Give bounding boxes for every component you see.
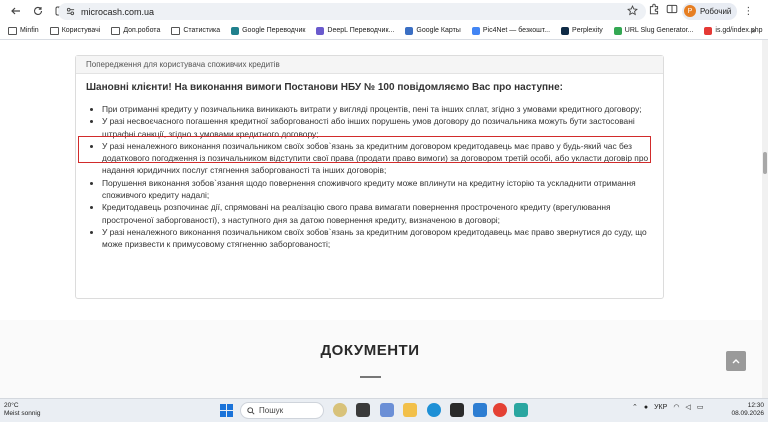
extensions-icon[interactable]: [648, 2, 660, 20]
teams-icon[interactable]: [380, 403, 394, 417]
consumer-credit-warning: Попередження для користувача споживчих к…: [75, 55, 664, 299]
bookmark-label: DeepL Переводчик...: [327, 27, 395, 34]
address-bar[interactable]: microcash.com.ua: [58, 3, 646, 20]
deepl-icon: [316, 26, 325, 35]
perplexity-icon: [561, 26, 570, 35]
url-slug-icon: [613, 26, 622, 35]
back-to-top-button[interactable]: [726, 351, 746, 371]
more-bookmarks-button[interactable]: »: [751, 25, 756, 35]
task-view-icon[interactable]: [356, 403, 370, 417]
bookmark-label: Pic4Net — безкошт...: [482, 27, 551, 34]
bookmark-label: Google Карты: [416, 27, 461, 34]
windows-taskbar: 20°C Meist sonnig Пошук ⌃ ● УКР ◠ ◁ ▭ 12…: [0, 398, 768, 422]
highlight-annotation: [78, 136, 651, 163]
back-icon[interactable]: [8, 3, 24, 19]
bookmark-label: URL Slug Generator...: [624, 27, 694, 34]
bookmark-label: Статистика: [183, 27, 221, 34]
chrome-icon[interactable]: [493, 403, 507, 417]
title-divider: [360, 376, 381, 378]
pic4net-icon: [471, 26, 480, 35]
clock-date: 08.09.2026: [731, 410, 764, 417]
bookmark-label: Доп.робота: [123, 27, 161, 34]
documents-title: ДОКУМЕНТИ: [320, 342, 420, 359]
warning-list: При отриманні кредиту у позичальника вин…: [86, 103, 653, 251]
reload-icon[interactable]: [30, 3, 46, 19]
store-icon[interactable]: [450, 403, 464, 417]
file-explorer-icon[interactable]: [403, 403, 417, 417]
bookmark-label: Minfin: [20, 27, 39, 34]
search-icon: [247, 406, 255, 415]
windows-start-icon[interactable]: [220, 404, 233, 417]
profile-button[interactable]: Р Робочий: [682, 2, 738, 20]
google-maps-icon: [405, 26, 414, 35]
folder-icon: [111, 26, 121, 35]
tray-app-icon[interactable]: ●: [644, 404, 648, 411]
weather-temp: 20°C: [4, 402, 19, 409]
tray-chevron-icon[interactable]: ⌃: [632, 403, 638, 411]
warning-lead: Шановні клієнти! На виконання вимоги Пос…: [86, 82, 563, 93]
warning-header: Попередження для користувача споживчих к…: [76, 56, 663, 74]
taskbar-search[interactable]: Пошук: [240, 402, 324, 419]
weather-desc: Meist sonnig: [4, 410, 41, 417]
widget-icon[interactable]: [333, 403, 347, 417]
warning-list-item: Кредитодавець розпочинає дії, спрямовані…: [102, 201, 653, 226]
avatar: Р: [684, 5, 696, 17]
google-translate-icon: [231, 26, 240, 35]
bookmark-label: Користувачі: [61, 27, 101, 34]
edge-icon[interactable]: [427, 403, 441, 417]
bookmark-item[interactable]: Perplexity: [561, 26, 603, 35]
documents-section: [0, 320, 762, 398]
search-placeholder: Пошук: [259, 406, 284, 415]
downloads-icon[interactable]: [666, 2, 678, 20]
bookmark-item[interactable]: Доп.робота: [111, 26, 161, 35]
bookmark-label: Perplexity: [572, 27, 603, 34]
bookmark-item[interactable]: Статистика: [171, 26, 221, 35]
bookmark-item[interactable]: DeepL Переводчик...: [316, 26, 395, 35]
bookmark-item[interactable]: Pic4Net — безкошт...: [471, 26, 551, 35]
battery-icon[interactable]: ▭: [697, 403, 704, 411]
bookmark-item[interactable]: Minfin: [8, 26, 39, 35]
warning-list-item: Порушення виконання зобов`язання щодо по…: [102, 177, 653, 202]
folder-icon: [8, 26, 17, 35]
toolbar-actions: Р Робочий ⋮: [648, 2, 753, 20]
app-icon[interactable]: [514, 403, 528, 417]
wifi-icon[interactable]: ◠: [673, 403, 679, 411]
clock[interactable]: 12:30 08.09.2026: [728, 402, 764, 418]
bookmark-item[interactable]: Користувачі: [49, 26, 101, 35]
folder-icon: [49, 26, 59, 35]
url-text[interactable]: microcash.com.ua: [81, 7, 154, 17]
system-tray: ⌃ ● УКР ◠ ◁ ▭: [632, 403, 709, 412]
isgd-icon: [704, 26, 713, 35]
chevron-up-icon: [732, 359, 740, 364]
profile-name: Робочий: [700, 6, 732, 16]
warning-list-item: У разі неналежного виконання позичальник…: [102, 226, 653, 251]
weather-widget[interactable]: 20°C Meist sonnig: [4, 402, 41, 418]
site-info-icon[interactable]: [66, 7, 75, 16]
clock-time: 12:30: [747, 402, 764, 409]
bookmarks-bar: Minfin Користувачі Доп.робота Статистика Goo…: [0, 22, 768, 40]
page-scrollbar[interactable]: [762, 40, 768, 398]
folder-icon: [171, 26, 181, 35]
scrollbar-thumb[interactable]: [763, 152, 767, 174]
mail-icon[interactable]: [473, 403, 487, 417]
volume-icon[interactable]: ◁: [685, 403, 690, 411]
page-viewport: Попередження для користувача споживчих к…: [0, 40, 762, 398]
bookmark-item[interactable]: Google Карты: [405, 26, 461, 35]
bookmark-item[interactable]: Google Переводчик: [231, 26, 306, 35]
warning-list-item: При отриманні кредиту у позичальника вин…: [102, 103, 653, 115]
more-menu-icon[interactable]: ⋮: [743, 6, 753, 17]
bookmark-item[interactable]: URL Slug Generator...: [613, 26, 694, 35]
bookmark-star-icon[interactable]: [627, 5, 638, 18]
bookmark-label: Google Переводчик: [242, 27, 306, 34]
language-indicator[interactable]: УКР: [654, 404, 667, 411]
